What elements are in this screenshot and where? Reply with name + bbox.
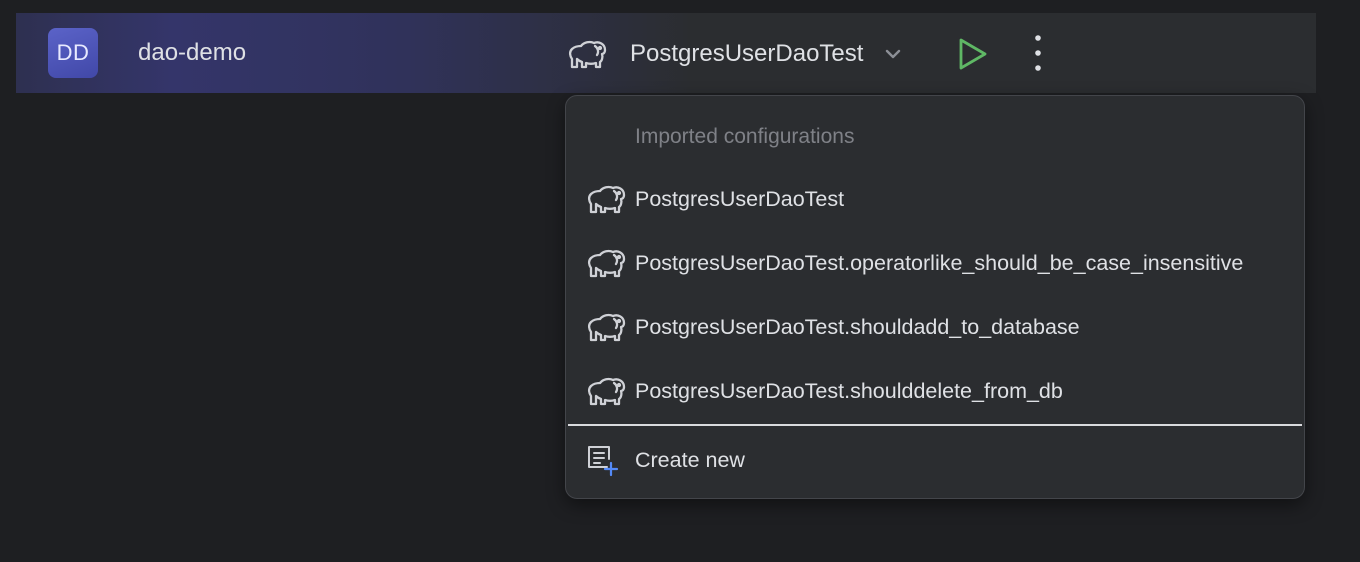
elephant-icon — [585, 310, 627, 344]
more-vertical-icon — [1035, 35, 1041, 71]
run-config-label: PostgresUserDaoTest — [630, 40, 864, 67]
run-config-popup: Imported configurations PostgresUserDaoT… — [565, 95, 1305, 499]
chevron-down-icon[interactable] — [881, 42, 905, 66]
main-toolbar: DD dao-demo PostgresUserDaoTest — [16, 13, 1316, 93]
config-item[interactable]: PostgresUserDaoTest.operatorlike_should_… — [568, 236, 1302, 290]
more-actions-button[interactable] — [1024, 31, 1052, 75]
elephant-icon — [585, 374, 627, 408]
play-icon — [959, 38, 987, 70]
config-item[interactable]: PostgresUserDaoTest.shoulddelete_from_db — [568, 364, 1302, 418]
config-item-label: PostgresUserDaoTest.shouldadd_to_databas… — [635, 314, 1080, 339]
add-config-icon — [588, 446, 619, 477]
config-item[interactable]: PostgresUserDaoTest — [568, 172, 1302, 226]
create-new-label: Create new — [635, 447, 745, 472]
run-button[interactable] — [954, 35, 990, 73]
project-avatar[interactable]: DD — [48, 28, 98, 78]
config-item-label: PostgresUserDaoTest.operatorlike_should_… — [635, 250, 1244, 275]
popup-section-title: Imported configurations — [635, 125, 855, 148]
run-config-selector[interactable]: PostgresUserDaoTest — [566, 33, 905, 75]
project-name[interactable]: dao-demo — [138, 39, 246, 67]
config-item-label: PostgresUserDaoTest — [635, 186, 845, 211]
elephant-icon — [585, 182, 627, 216]
popup-divider — [568, 424, 1302, 426]
create-new-config-item[interactable]: Create new — [568, 433, 1302, 487]
elephant-icon — [566, 37, 608, 71]
config-item[interactable]: PostgresUserDaoTest.shouldadd_to_databas… — [568, 300, 1302, 354]
config-item-label: PostgresUserDaoTest.shoulddelete_from_db — [635, 378, 1063, 403]
elephant-icon — [585, 246, 627, 280]
